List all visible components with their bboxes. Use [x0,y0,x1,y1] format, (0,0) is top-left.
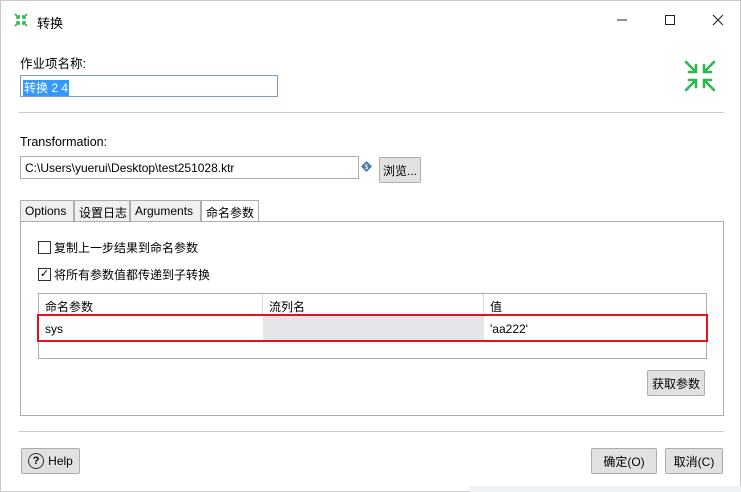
pass-all-option[interactable]: ✓ 将所有参数值都传递到子转换 [38,266,210,283]
help-label: Help [48,454,73,468]
job-name-value: 转换 2 4 [23,80,70,96]
job-name-input[interactable]: 转换 2 4 [20,75,278,97]
separator [19,112,724,113]
window-title: 转换 [37,16,64,31]
column-header-stream[interactable]: 流列名 [263,294,484,315]
transformation-path-input[interactable]: C:\Users\yuerui\Desktop\test251028.ktr [20,156,359,179]
tab-arguments[interactable]: Arguments [130,200,201,221]
column-header-value[interactable]: 值 [484,294,708,315]
title-bar: 转换 [1,1,740,39]
copy-results-option[interactable]: 复制上一步结果到命名参数 [38,239,198,256]
pass-all-label: 将所有参数值都传递到子转换 [54,268,211,282]
tab-log-settings[interactable]: 设置日志 [74,200,130,221]
transformation-icon [684,60,716,92]
copy-results-checkbox[interactable] [38,241,51,254]
spoon-app-icon [14,13,28,27]
pass-all-checkbox[interactable]: ✓ [38,268,51,281]
help-icon: ? [28,453,45,469]
minimize-icon [617,19,627,21]
maximize-icon [665,15,675,25]
close-button[interactable] [695,1,741,39]
transformation-dialog: 转换 作业项名称: 转换 2 4 Transformation: C:\User… [0,0,741,492]
maximize-button[interactable] [647,1,693,39]
tab-options[interactable]: Options [20,200,74,221]
background-window-strip [470,486,741,492]
close-icon [712,14,724,26]
table-header: 命名参数 流列名 值 [39,294,706,315]
cancel-button[interactable]: 取消(C) [665,448,723,474]
minimize-button[interactable] [599,1,645,39]
help-button[interactable]: ? Help [21,448,80,474]
column-header-param[interactable]: 命名参数 [39,294,263,315]
tab-named-parameters[interactable]: 命名参数 [201,200,259,222]
svg-text:$: $ [364,163,368,171]
separator [19,431,724,432]
get-params-button[interactable]: 获取参数 [647,370,705,396]
browse-button[interactable]: 浏览... [379,157,421,183]
job-name-label: 作业项名称: [20,57,86,71]
variable-icon: $ [361,161,372,172]
highlight-annotation [37,314,708,342]
transformation-label: Transformation: [20,135,108,149]
ok-button[interactable]: 确定(O) [591,448,657,474]
copy-results-label: 复制上一步结果到命名参数 [54,241,199,255]
